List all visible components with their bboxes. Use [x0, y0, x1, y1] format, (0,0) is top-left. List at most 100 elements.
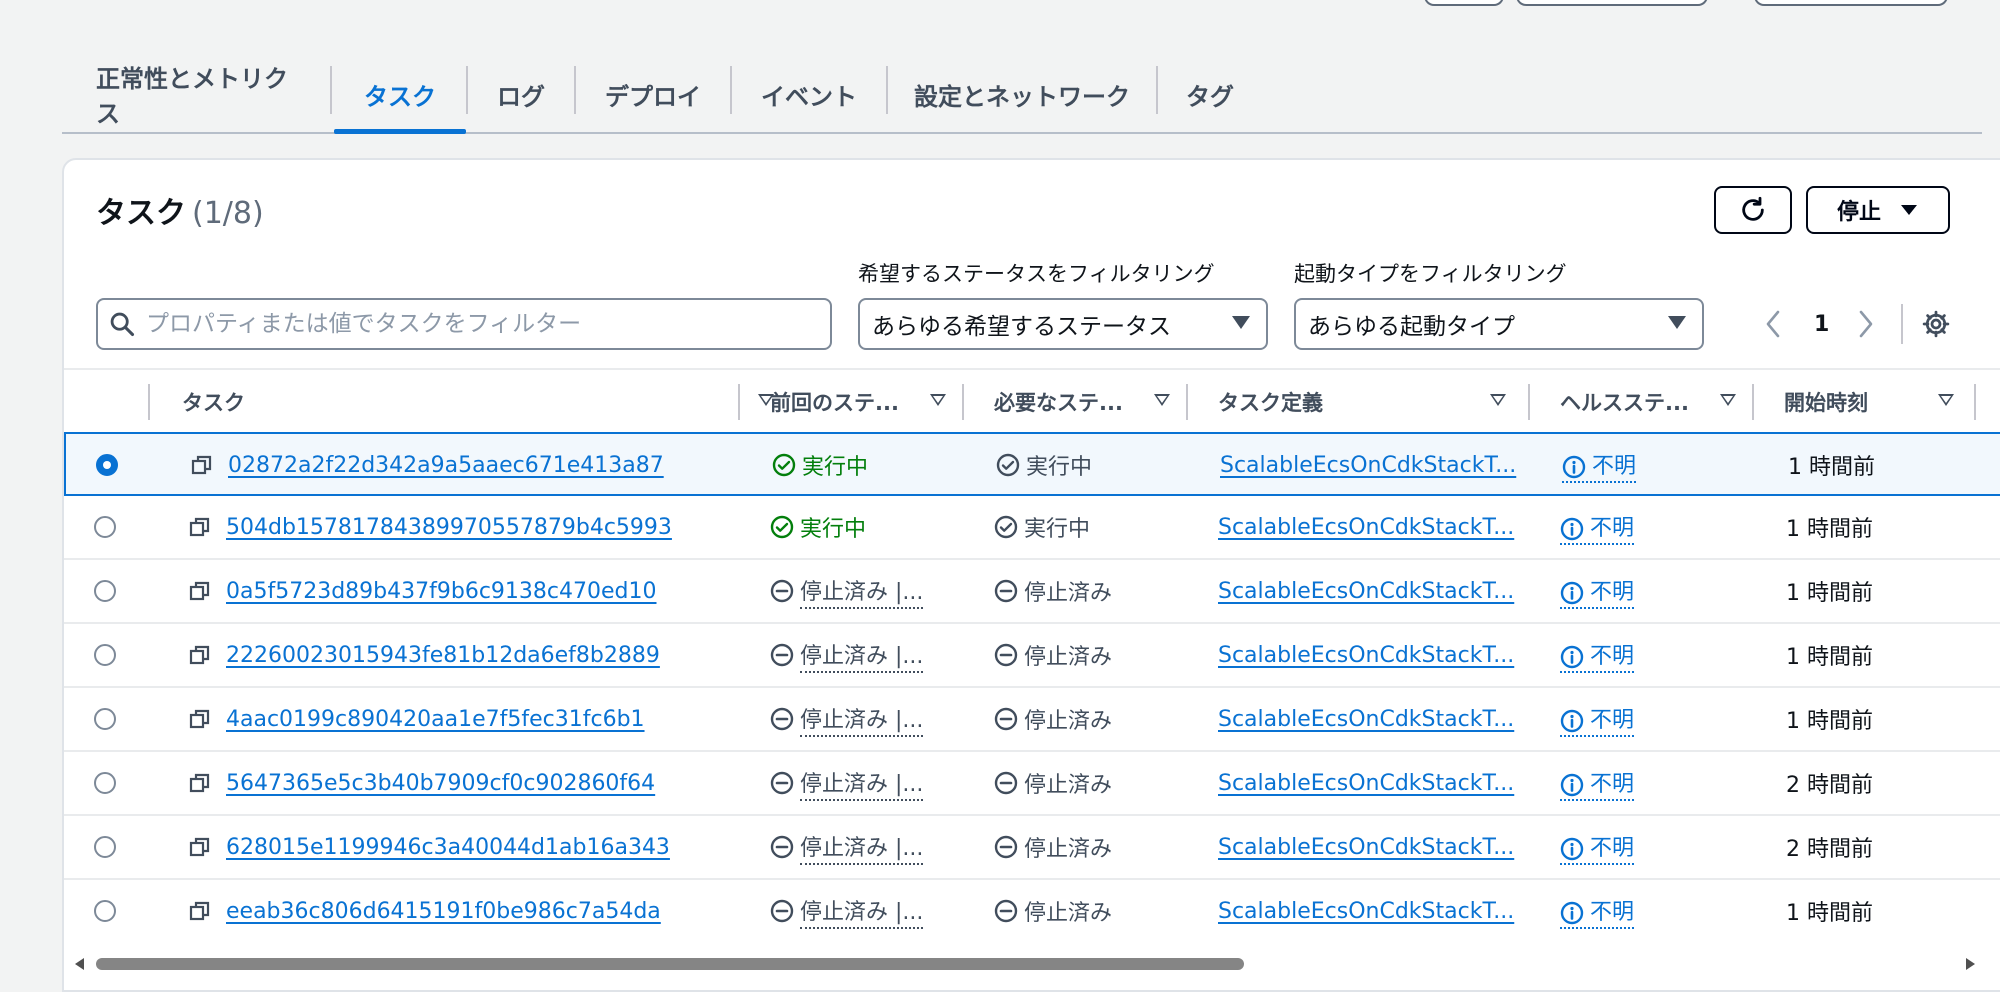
copy-icon[interactable] [188, 707, 212, 731]
column-header-health-status[interactable]: ヘルスステ... [1560, 370, 1760, 434]
copy-icon[interactable] [188, 515, 212, 539]
refresh-button[interactable] [1714, 186, 1792, 234]
tab-tags[interactable]: タグ [1158, 56, 1262, 132]
task-definition-link[interactable]: ScalableEcsOnCdkStackT... [1218, 899, 1514, 924]
task-definition-link[interactable]: ScalableEcsOnCdkStackT... [1218, 707, 1514, 732]
sort-icon[interactable] [1938, 394, 1954, 406]
sort-icon[interactable] [1490, 394, 1506, 406]
health-status-popover[interactable]: 不明 [1560, 894, 1635, 929]
column-header-last-status[interactable]: 前回のステ... [770, 370, 970, 434]
health-status-popover[interactable]: 不明 [1560, 830, 1635, 865]
table-row[interactable]: 0a5f5723d89b437f9b6c9138c470ed10 停止済み |..… [64, 560, 2000, 624]
sort-icon[interactable] [930, 394, 946, 406]
last-status-text[interactable]: 停止済み |... [800, 638, 924, 673]
started-at-cell: 1 時間前 [1786, 624, 1873, 686]
health-status-popover[interactable]: 不明 [1562, 448, 1637, 483]
row-select-radio[interactable] [94, 772, 116, 794]
task-definition-link[interactable]: ScalableEcsOnCdkStackT... [1220, 453, 1516, 478]
last-status-text[interactable]: 停止済み |... [800, 702, 924, 737]
chevron-right-icon[interactable] [1853, 308, 1877, 340]
copy-icon[interactable] [188, 771, 212, 795]
column-header-started-at[interactable]: 開始時刻 [1784, 370, 1984, 434]
task-id-link[interactable]: 22260023015943fe81b12da6ef8b2889 [226, 643, 660, 668]
task-definition-link[interactable]: ScalableEcsOnCdkStackT... [1218, 771, 1514, 796]
task-definition-link[interactable]: ScalableEcsOnCdkStackT... [1218, 579, 1514, 604]
copy-icon[interactable] [188, 835, 212, 859]
scroll-right-icon[interactable] [1964, 956, 1978, 972]
desired-status-text: 停止済み [1024, 773, 1113, 798]
page-number[interactable]: 1 [1814, 312, 1829, 337]
task-definition-link[interactable]: ScalableEcsOnCdkStackT... [1218, 643, 1514, 668]
health-status-popover[interactable]: 不明 [1560, 766, 1635, 801]
scroll-left-icon[interactable] [72, 956, 86, 972]
started-at-text: 2 時間前 [1786, 773, 1873, 798]
task-count: (1/8) [192, 196, 264, 231]
gear-icon[interactable] [1921, 309, 1951, 339]
table-row[interactable]: 504db15781784389970557879b4c5993 実行中 実行中 Sc… [64, 496, 2000, 560]
chevron-left-icon[interactable] [1762, 308, 1786, 340]
launch-type-filter-label: 起動タイプをフィルタリング [1294, 262, 1567, 286]
table-row[interactable]: 5647365e5c3b40b7909cf0c902860f64 停止済み |..… [64, 752, 2000, 816]
row-select-radio[interactable] [94, 580, 116, 602]
started-at-text: 1 時間前 [1786, 645, 1873, 670]
task-id-link[interactable]: 4aac0199c890420aa1e7f5fec31fc6b1 [226, 707, 645, 732]
stop-button[interactable]: 停止 [1806, 186, 1950, 234]
last-status-text[interactable]: 停止済み |... [800, 766, 924, 801]
health-status-popover[interactable]: 不明 [1560, 638, 1635, 673]
last-status-text[interactable]: 停止済み |... [800, 894, 924, 929]
scrollbar-thumb[interactable] [96, 958, 1244, 970]
desired-status-select[interactable]: あらゆる希望するステータス [858, 298, 1268, 350]
sort-icon[interactable] [1154, 394, 1170, 406]
last-status-text[interactable]: 停止済み |... [800, 574, 924, 609]
tab-events[interactable]: イベント [732, 56, 886, 132]
health-status-popover[interactable]: 不明 [1560, 574, 1635, 609]
caret-down-icon [1668, 316, 1686, 329]
task-id-link[interactable]: 02872a2f22d342a9a5aaec671e413a87 [228, 453, 664, 478]
task-id-link[interactable]: eeab36c806d6415191f0be986c7a54da [226, 899, 661, 924]
search-input[interactable] [144, 310, 808, 338]
top-button-2[interactable] [1516, 0, 1708, 6]
row-select-radio[interactable] [94, 516, 116, 538]
tab-tasks[interactable]: タスク [334, 56, 466, 134]
last-status-text[interactable]: 停止済み |... [800, 830, 924, 865]
row-select-radio[interactable] [94, 644, 116, 666]
table-row[interactable]: 4aac0199c890420aa1e7f5fec31fc6b1 停止済み |..… [64, 688, 2000, 752]
tab-config-network[interactable]: 設定とネットワーク [888, 56, 1156, 132]
row-select-radio[interactable] [94, 900, 116, 922]
health-status-cell: 不明 [1560, 816, 1635, 878]
copy-icon[interactable] [188, 579, 212, 603]
horizontal-scrollbar[interactable] [64, 940, 2000, 980]
row-select-radio[interactable] [96, 454, 118, 476]
top-button-3[interactable] [1754, 0, 1948, 6]
top-button-1[interactable] [1424, 0, 1504, 6]
tab-deploy[interactable]: デプロイ [576, 56, 730, 132]
info-icon [1560, 709, 1584, 732]
copy-icon[interactable] [188, 899, 212, 923]
column-header-task-definition[interactable]: タスク定義 [1218, 370, 1508, 434]
copy-icon[interactable] [190, 453, 214, 477]
table-row[interactable]: eeab36c806d6415191f0be986c7a54da 停止済み |..… [64, 880, 2000, 944]
health-status-popover[interactable]: 不明 [1560, 702, 1635, 737]
task-id-cell: eeab36c806d6415191f0be986c7a54da [188, 880, 661, 942]
table-row[interactable]: 22260023015943fe81b12da6ef8b2889 停止済み |..… [64, 624, 2000, 688]
task-id-link[interactable]: 0a5f5723d89b437f9b6c9138c470ed10 [226, 579, 657, 604]
sort-icon[interactable] [1720, 394, 1736, 406]
health-status-popover[interactable]: 不明 [1560, 510, 1635, 545]
task-definition-link[interactable]: ScalableEcsOnCdkStackT... [1218, 515, 1514, 540]
copy-icon[interactable] [188, 643, 212, 667]
desired-status-text: 停止済み [1024, 645, 1113, 670]
row-select-radio[interactable] [94, 836, 116, 858]
table-row[interactable]: 628015e1199946c3a40044d1ab16a343 停止済み |..… [64, 816, 2000, 880]
task-id-link[interactable]: 504db15781784389970557879b4c5993 [226, 515, 672, 540]
column-header-task[interactable]: タスク [182, 370, 774, 434]
column-header-desired-status[interactable]: 必要なステ... [994, 370, 1194, 434]
task-definition-link[interactable]: ScalableEcsOnCdkStackT... [1218, 835, 1514, 860]
launch-type-select[interactable]: あらゆる起動タイプ [1294, 298, 1704, 350]
table-row[interactable]: 02872a2f22d342a9a5aaec671e413a87 実行中 実行中 Sc… [64, 432, 2000, 496]
task-definition-cell: ScalableEcsOnCdkStackT... [1218, 496, 1514, 558]
task-id-link[interactable]: 5647365e5c3b40b7909cf0c902860f64 [226, 771, 655, 796]
tab-logs[interactable]: ログ [468, 56, 574, 132]
task-id-link[interactable]: 628015e1199946c3a40044d1ab16a343 [226, 835, 670, 860]
row-select-radio[interactable] [94, 708, 116, 730]
tab-health-metrics[interactable]: 正常性とメトリクス [96, 56, 302, 132]
